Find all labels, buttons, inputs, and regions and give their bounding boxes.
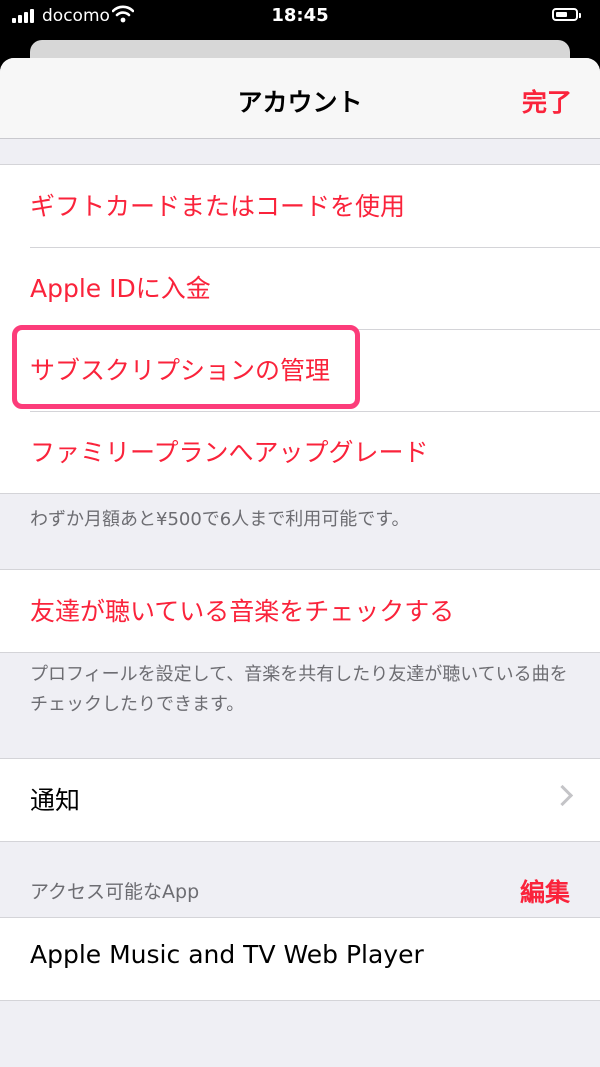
notifications-group: 通知 [0, 758, 600, 842]
check-friends-music-row[interactable]: 友達が聴いている音楽をチェックする [0, 570, 600, 652]
navigation-bar: アカウント 完了 [0, 58, 600, 139]
apps-section-header: アクセス可能なApp [30, 881, 200, 903]
account-sheet: アカウント 完了 ギフトカードまたはコードを使用 Apple IDに入金 サブス… [0, 58, 600, 1067]
row-label: ファミリープランへアップグレード [30, 438, 429, 467]
family-plan-footer: わずか月額あと¥500で6人まで利用可能です。 [30, 509, 410, 530]
friends-group: 友達が聴いている音楽をチェックする [0, 569, 600, 653]
done-button[interactable]: 完了 [522, 83, 572, 119]
profile-footer: プロフィールを設定して、音楽を共有したり友達が聴いている曲をチェックしたりできま… [30, 664, 568, 715]
app-row[interactable]: Apple Music and TV Web Player [0, 918, 600, 1000]
highlight-annotation [12, 325, 360, 409]
notifications-row[interactable]: 通知 [0, 759, 600, 841]
redeem-gift-card-row[interactable]: ギフトカードまたはコードを使用 [0, 165, 600, 247]
add-funds-row[interactable]: Apple IDに入金 [0, 247, 600, 329]
status-time: 18:45 [271, 5, 329, 26]
chevron-right-icon [551, 784, 574, 807]
page-title: アカウント [237, 88, 363, 117]
status-bar: docomo 18:45 [0, 0, 600, 34]
row-label: Apple IDに入金 [30, 274, 211, 303]
row-label: Apple Music and TV Web Player [30, 940, 424, 969]
apps-group: Apple Music and TV Web Player [0, 917, 600, 1001]
family-plan-upgrade-row[interactable]: ファミリープランへアップグレード [0, 411, 600, 493]
row-label: 通知 [30, 786, 81, 815]
row-label: ギフトカードまたはコードを使用 [30, 192, 406, 221]
edit-button[interactable]: 編集 [520, 873, 570, 909]
row-label: 友達が聴いている音楽をチェックする [30, 597, 455, 626]
battery-icon [552, 8, 581, 21]
